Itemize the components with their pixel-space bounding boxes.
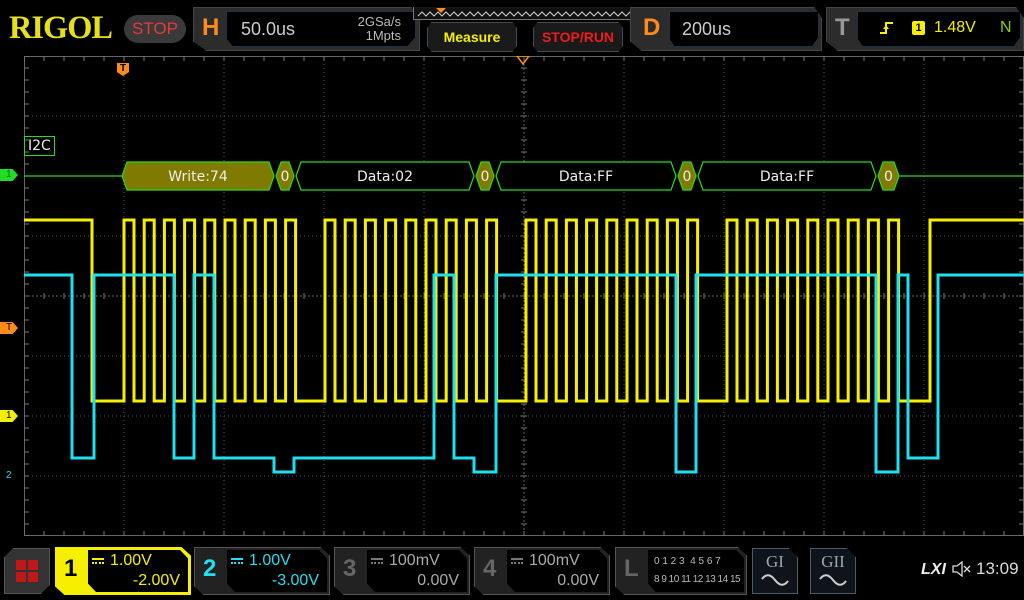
- ch3-scale: 100mV: [371, 552, 440, 570]
- delay-readout: 200us: [669, 11, 819, 47]
- measure-button[interactable]: Measure: [427, 22, 517, 52]
- sine-wave-icon: [819, 574, 847, 586]
- sample-rate: 2GSa/s: [357, 14, 401, 29]
- ch1-scale: 1.00V: [92, 552, 152, 570]
- trigger-panel[interactable]: T 1 1.48V N: [826, 7, 1024, 51]
- decoder-packet-label: Data:FF: [559, 169, 613, 185]
- delay-letter: D: [643, 14, 661, 41]
- horizontal-letter: H: [202, 14, 220, 41]
- timebase-value: 50.0us: [241, 19, 296, 39]
- ch1-offset: -2.00V: [132, 572, 180, 589]
- run-state-badge[interactable]: STOP: [124, 15, 186, 43]
- rigol-logo: RIGOL: [9, 10, 113, 46]
- decoder-packet-label: Write:74: [168, 169, 228, 185]
- generator-2-button[interactable]: GII: [810, 548, 856, 594]
- decoder-packet-label: Data:FF: [760, 169, 814, 185]
- ch4-number: 4: [483, 555, 497, 582]
- ch4-offset: 0.00V: [557, 572, 599, 589]
- decoder-packet-label: 0: [683, 169, 692, 185]
- stop-run-button[interactable]: STOP/RUN: [533, 22, 623, 52]
- ch1-readout: 1.00V -2.00V: [88, 550, 188, 592]
- ch3-offset: 0.00V: [417, 572, 459, 589]
- ch2-scale-value: 1.00V: [249, 552, 291, 569]
- dc-coupling-icon: [231, 557, 243, 564]
- ch2-scale: 1.00V: [231, 552, 291, 570]
- decoder-packet-label: Data:02: [357, 169, 413, 185]
- logic-channels-row2: 8 9 10 11 12 13 14 15: [654, 574, 741, 585]
- decoder-packet-label: 0: [884, 169, 893, 185]
- speaker-muted-icon[interactable]: [952, 561, 972, 577]
- horizontal-readout: 50.0us 2GSa/s 1Mpts: [226, 11, 416, 47]
- ch3-readout: 100mV 0.00V: [367, 550, 467, 592]
- delay-panel[interactable]: D 200us: [630, 7, 822, 51]
- waveform-display[interactable]: Write:74 0 Data:02 0 Data:FF 0 Data:FF 0: [24, 56, 1024, 536]
- clock-time: 13:09: [976, 559, 1019, 578]
- ch2-settings[interactable]: 2 1.00V -3.00V: [194, 547, 330, 595]
- trigger-level-marker[interactable]: T: [0, 322, 18, 334]
- ch4-scale: 100mV: [511, 552, 580, 570]
- ch3-number: 3: [343, 555, 357, 582]
- waveform-position-bar[interactable]: [413, 7, 637, 20]
- trigger-letter: T: [835, 14, 850, 41]
- dc-coupling-icon: [92, 557, 104, 564]
- ch1-settings[interactable]: 1 1.00V -2.00V: [55, 547, 191, 595]
- generator-2-label: GII: [821, 552, 845, 571]
- grid-menu-icon: [16, 560, 38, 582]
- ch1-marker[interactable]: 1: [0, 410, 18, 422]
- ch2-offset: -3.00V: [271, 572, 319, 589]
- ch1-scale-value: 1.00V: [110, 552, 152, 569]
- zoom-bar-waveform: [417, 11, 635, 17]
- horizontal-panel[interactable]: H 50.0us 2GSa/s 1Mpts: [193, 7, 420, 51]
- lxi-icon: LXI: [921, 561, 946, 578]
- ch3-settings[interactable]: 3 100mV 0.00V: [334, 547, 470, 595]
- trigger-level: 1.48V: [934, 19, 976, 36]
- logic-readout: 0 1 2 3 4 5 6 7 8 9 10 11 12 13 14 15: [648, 550, 744, 592]
- logic-settings[interactable]: L 0 1 2 3 4 5 6 7 8 9 10 11 12 13 14 15: [615, 547, 747, 595]
- dc-coupling-icon: [371, 557, 383, 564]
- ch3-scale-value: 100mV: [389, 552, 440, 569]
- delay-value: 200us: [682, 19, 732, 39]
- decoder-label: I2C: [24, 136, 55, 156]
- menu-button[interactable]: [4, 548, 50, 594]
- dc-coupling-icon: [511, 557, 523, 564]
- memory-depth: 1Mpts: [365, 28, 401, 43]
- sine-wave-icon: [761, 574, 789, 586]
- bus-marker[interactable]: 1: [0, 169, 18, 181]
- ch2-readout: 1.00V -3.00V: [227, 550, 327, 592]
- trigger-center-marker: [516, 56, 530, 66]
- generator-1-label: GI: [766, 552, 784, 571]
- ch4-settings[interactable]: 4 100mV 0.00V: [474, 547, 610, 595]
- logic-letter: L: [624, 555, 639, 582]
- ch4-scale-value: 100mV: [529, 552, 580, 569]
- trigger-source-badge: 1: [912, 21, 925, 35]
- ch2-marker[interactable]: 2: [0, 470, 18, 482]
- decoder-packet-label: 0: [481, 169, 490, 185]
- ch1-number: 1: [64, 555, 78, 582]
- decoder-packet-label: 0: [281, 169, 290, 185]
- logic-channels-row1: 0 1 2 3 4 5 6 7: [654, 556, 721, 567]
- generator-1-button[interactable]: GI: [752, 548, 798, 594]
- trigger-mode: N: [1000, 19, 1012, 36]
- rising-edge-icon: [880, 22, 893, 34]
- ch2-number: 2: [203, 555, 217, 582]
- ch4-readout: 100mV 0.00V: [507, 550, 607, 592]
- trigger-readout: 1 1.48V N: [857, 11, 1021, 47]
